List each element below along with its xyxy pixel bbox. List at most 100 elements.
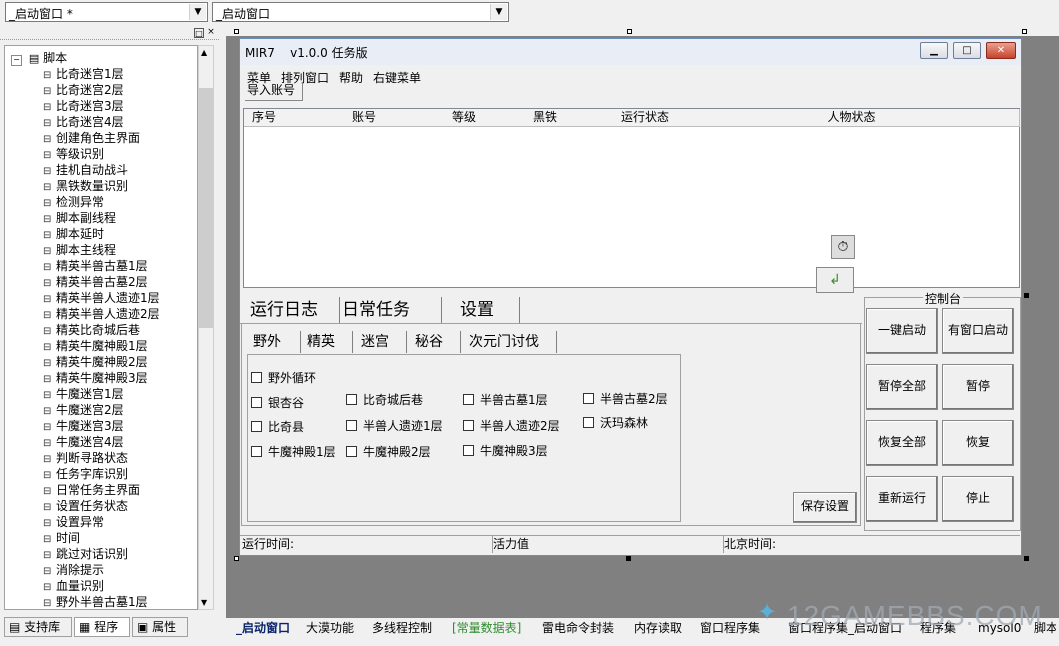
tree-item[interactable]: ⊟ 精英牛魔神殿3层 (43, 370, 148, 386)
checkbox-box[interactable] (346, 420, 357, 431)
tab-properties[interactable]: ▣ 属性 (132, 617, 188, 637)
checkbox-option[interactable]: 半兽古墓1层 (463, 391, 548, 408)
tree-item[interactable]: ⊟ 任务字库识别 (43, 466, 128, 482)
checkbox-box[interactable] (346, 394, 357, 405)
tree-item[interactable]: ⊟ 牛魔迷宫1层 (43, 386, 124, 402)
program-tree[interactable]: − ▤ 脚本 ⊟ 比奇迷宫1层 ⊟ 比奇迷宫2层 ⊟ 比奇迷宫3层 ⊟ 比奇迷宫4层 ⊟ 创建角色… (4, 45, 198, 610)
tree-item[interactable]: ⊟ 检测异常 (43, 194, 104, 210)
tree-item[interactable]: ⊟ 跳过对话识别 (43, 546, 128, 562)
maximize-button[interactable]: □ (953, 42, 981, 59)
save-settings-button[interactable]: 保存设置 (793, 492, 857, 523)
menu-item-context[interactable]: 右键菜单 (373, 69, 421, 86)
tree-item[interactable]: ⊟ 消除提示 (43, 562, 104, 578)
code-tab[interactable]: 内存读取 (634, 619, 682, 638)
close-icon[interactable]: × (206, 28, 216, 38)
tree-item[interactable]: ⊟ 创建角色主界面 (43, 130, 140, 146)
code-tab[interactable]: _启动窗口 (236, 619, 290, 638)
tree-item[interactable]: ⊟ 牛魔迷宫4层 (43, 434, 124, 450)
code-tab[interactable]: 大漠功能 (306, 619, 354, 638)
tree-item[interactable]: ⊟ 精英牛魔神殿2层 (43, 354, 148, 370)
grid-header-iron[interactable]: 黑铁 (484, 109, 607, 127)
tree-item[interactable]: ⊟ 比奇迷宫1层 (43, 66, 124, 82)
restore-icon[interactable]: □ (194, 28, 204, 38)
window-selector-combo[interactable]: _启动窗口 * ▼ (5, 2, 208, 22)
tree-item[interactable]: ⊟ 日常任务主界面 (43, 482, 140, 498)
resize-handle[interactable] (1024, 556, 1029, 561)
grid-header-index[interactable]: 序号 (244, 109, 285, 127)
import-account-button[interactable]: 导入账号 (245, 82, 303, 101)
tab-settings[interactable]: 设置 (460, 297, 520, 323)
tree-item[interactable]: ⊟ 牛魔迷宫3层 (43, 418, 124, 434)
one-click-start-button[interactable]: 一键启动 (866, 308, 938, 354)
tab-secret-valley[interactable]: 秘谷 (415, 331, 461, 353)
code-tab[interactable]: 多线程控制 (372, 619, 432, 638)
tree-item[interactable]: ⊟ 脚本副线程 (43, 210, 116, 226)
module-icon[interactable]: ↲ (816, 267, 854, 293)
tree-item[interactable]: ⊟ 判断寻路状态 (43, 450, 128, 466)
checkbox-option[interactable]: 半兽人遗迹1层 (346, 417, 443, 434)
checkbox-option[interactable]: 牛魔神殿2层 (346, 443, 431, 460)
checkbox-box[interactable] (583, 417, 594, 428)
grid-header-char-status[interactable]: 人物状态 (684, 109, 1020, 127)
tree-item[interactable]: ⊟ 精英半兽人遗迹1层 (43, 290, 160, 306)
scroll-down-icon[interactable]: ▼ (201, 598, 207, 607)
grid-header-level[interactable]: 等级 (444, 109, 485, 127)
checkbox-box[interactable] (583, 393, 594, 404)
checkbox-option[interactable]: 半兽古墓2层 (583, 390, 668, 407)
collapse-icon[interactable]: − (11, 55, 22, 66)
event-selector-combo[interactable]: _启动窗口 ▼ (212, 2, 509, 22)
checkbox-box[interactable] (251, 372, 262, 383)
checkbox-box[interactable] (251, 446, 262, 457)
tab-dimension-gate[interactable]: 次元门讨伐 (469, 331, 557, 353)
tree-item[interactable]: ⊟ 精英半兽古墓1层 (43, 258, 148, 274)
resize-handle[interactable] (1024, 293, 1029, 298)
tree-item[interactable]: ⊟ 比奇迷宫2层 (43, 82, 124, 98)
restart-button[interactable]: 重新运行 (866, 476, 938, 522)
menu-item-help[interactable]: 帮助 (339, 69, 363, 86)
tree-item[interactable]: ⊟ 脚本延时 (43, 226, 104, 242)
resume-button[interactable]: 恢复 (942, 420, 1014, 466)
scrollbar-thumb[interactable] (199, 88, 213, 328)
checkbox-wild-loop[interactable]: 野外循环 (251, 369, 316, 386)
tree-item[interactable]: ⊟ 时间 (43, 530, 80, 546)
checkbox-option[interactable]: 牛魔神殿1层 (251, 443, 336, 460)
tab-daily-tasks[interactable]: 日常任务 (342, 297, 442, 323)
tab-run-log[interactable]: 运行日志 (250, 297, 340, 323)
checkbox-option[interactable]: 半兽人遗迹2层 (463, 417, 560, 434)
tab-maze[interactable]: 迷宫 (361, 331, 407, 353)
tree-item[interactable]: ⊟ 设置异常 (43, 514, 104, 530)
resize-handle[interactable] (626, 556, 631, 561)
tree-item[interactable]: ⊟ 比奇迷宫4层 (43, 114, 124, 130)
chevron-down-icon[interactable]: ▼ (189, 4, 206, 20)
checkbox-option[interactable]: 比奇县 (251, 418, 304, 435)
checkbox-box[interactable] (463, 420, 474, 431)
stop-button[interactable]: 停止 (942, 476, 1014, 522)
checkbox-box[interactable] (251, 397, 262, 408)
tab-support-library[interactable]: ▤ 支持库 (4, 617, 72, 637)
pause-button[interactable]: 暂停 (942, 364, 1014, 410)
checkbox-box[interactable] (346, 446, 357, 457)
checkbox-box[interactable] (463, 445, 474, 456)
tab-wild[interactable]: 野外 (253, 331, 301, 353)
windowed-start-button[interactable]: 有窗口启动 (942, 308, 1014, 354)
pause-all-button[interactable]: 暂停全部 (866, 364, 938, 410)
resize-handle[interactable] (1022, 29, 1027, 34)
minimize-button[interactable]: ▁ (920, 42, 948, 59)
resize-handle[interactable] (234, 29, 239, 34)
code-tab[interactable]: 雷电命令封装 (542, 619, 614, 638)
account-grid[interactable]: 序号 账号 等级 黑铁 运行状态 人物状态 (243, 108, 1020, 288)
resize-handle[interactable] (234, 556, 239, 561)
tree-item[interactable]: ⊟ 野外半兽古墓1层 (43, 594, 148, 609)
tree-item[interactable]: ⊟ 血量识别 (43, 578, 104, 594)
checkbox-option[interactable]: 比奇城后巷 (346, 391, 423, 408)
grid-header-account[interactable]: 账号 (284, 109, 445, 127)
tree-item[interactable]: ⊟ 黑铁数量识别 (43, 178, 128, 194)
checkbox-option[interactable]: 银杏谷 (251, 394, 304, 411)
checkbox-box[interactable] (251, 421, 262, 432)
tab-program[interactable]: ▦ 程序 (74, 617, 130, 637)
chevron-down-icon[interactable]: ▼ (490, 4, 507, 20)
tree-item[interactable]: ⊟ 等级识别 (43, 146, 104, 162)
resize-handle[interactable] (627, 29, 632, 34)
window-titlebar[interactable]: MIR7 v1.0.0 任务版 (240, 39, 1021, 65)
close-button[interactable]: ✕ (986, 42, 1016, 59)
